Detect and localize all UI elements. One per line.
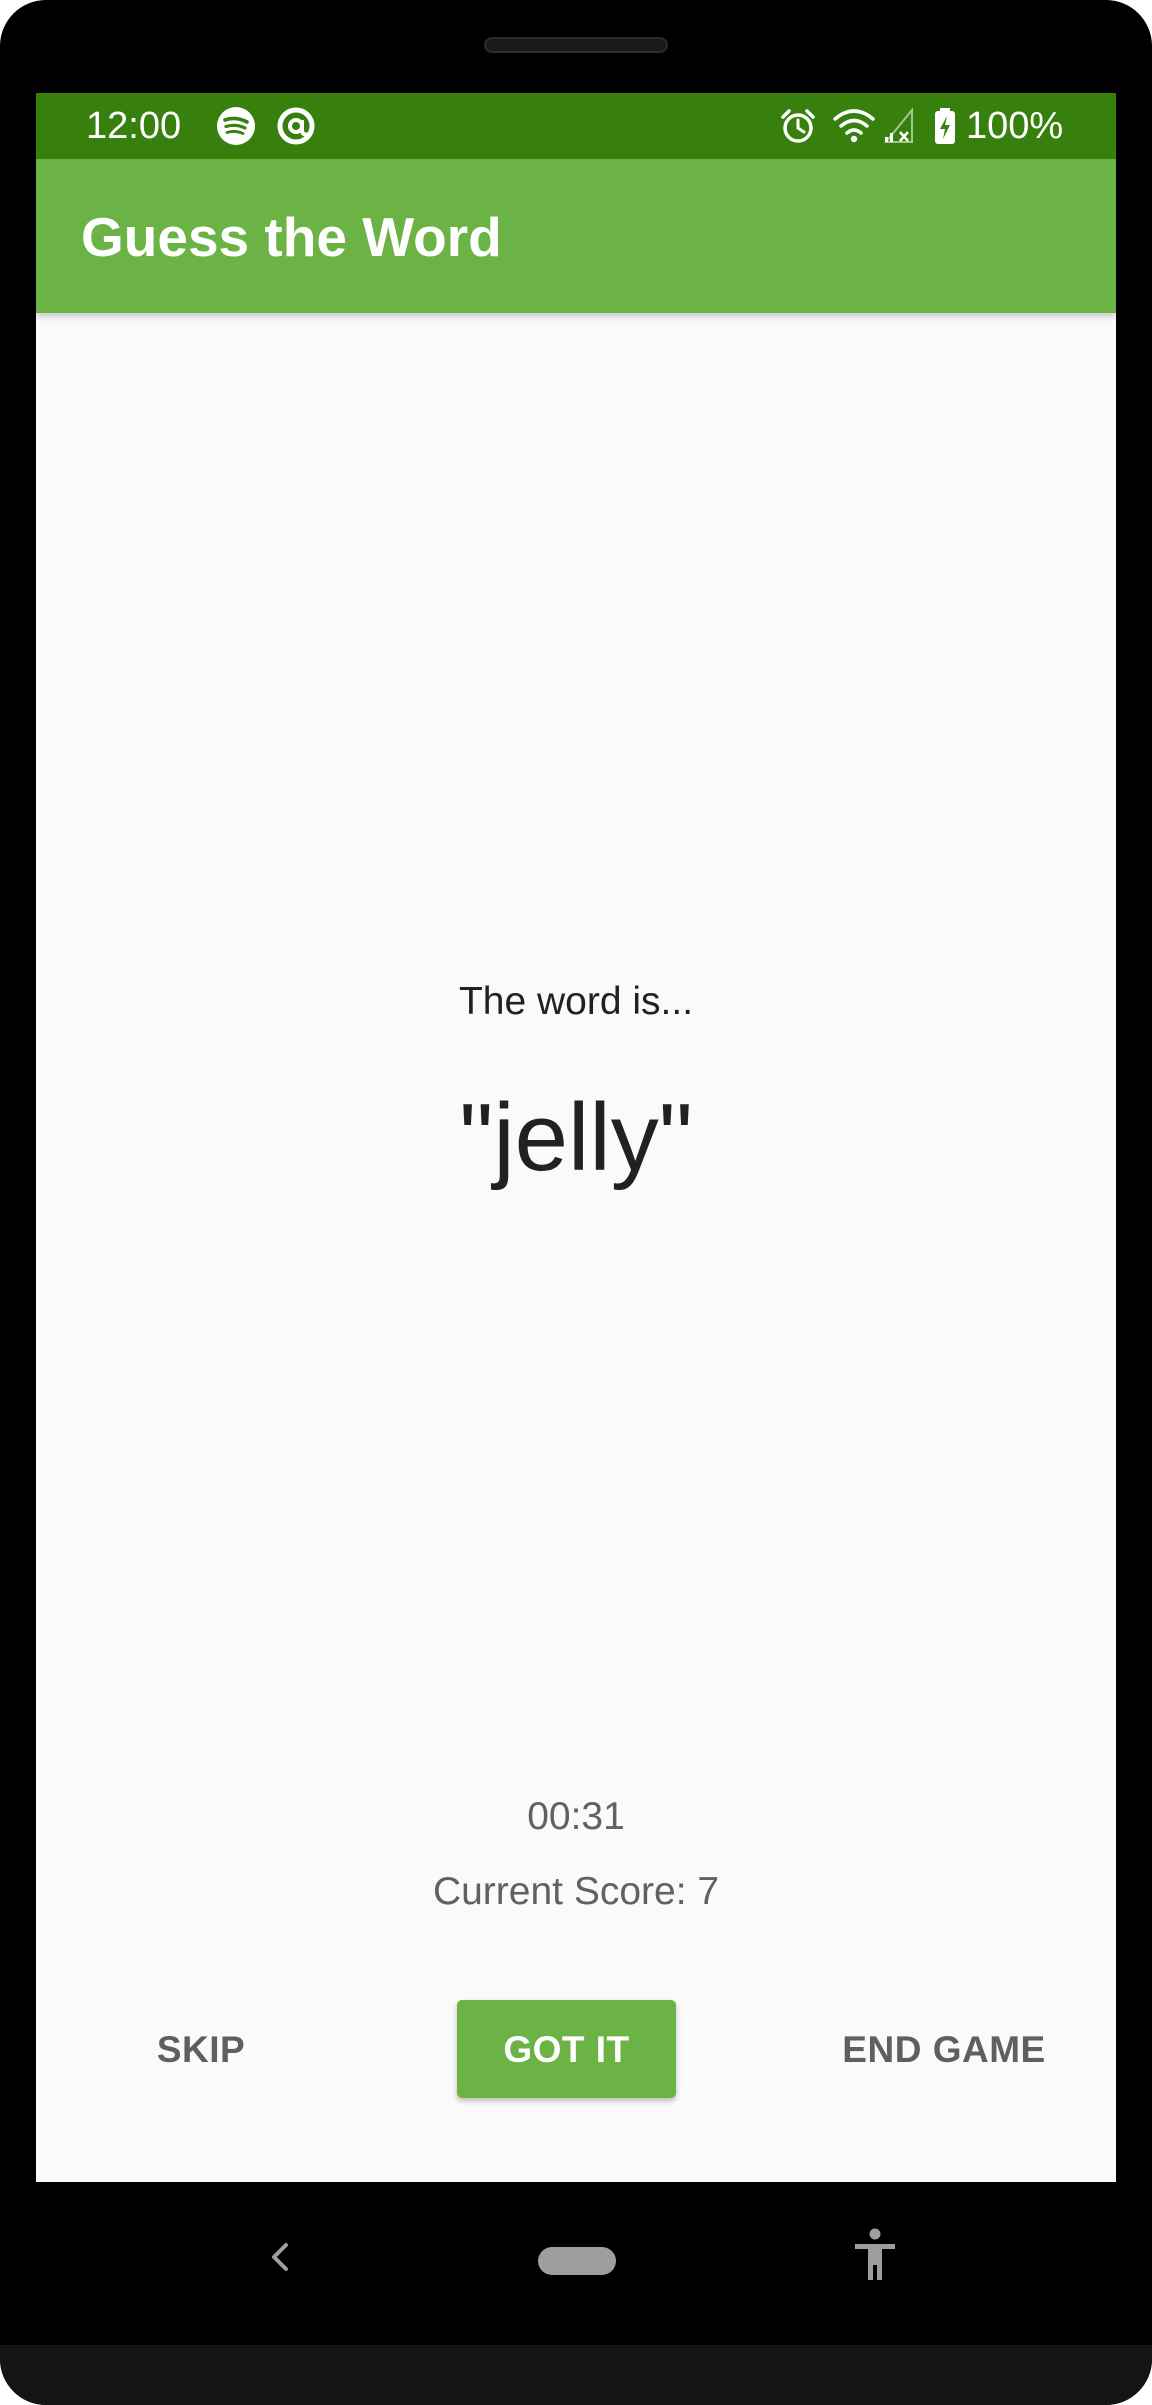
spotify-icon [216, 106, 256, 146]
phone-frame: 12:00 100% Guess the Word The word is...… [0, 0, 1152, 2405]
status-time: 12:00 [86, 105, 182, 147]
app-title: Guess the Word [81, 206, 502, 268]
back-icon[interactable] [258, 2227, 298, 2287]
earpiece-speaker [484, 37, 668, 53]
skip-button[interactable]: SKIP [130, 2000, 272, 2098]
got-it-button[interactable]: GOT IT [457, 2000, 676, 2098]
screen: 12:00 100% Guess the Word The word is...… [36, 93, 1116, 2182]
current-word: "jelly" [459, 1084, 693, 1191]
at-sign-icon [276, 106, 316, 146]
accessibility-icon[interactable] [850, 2225, 900, 2285]
alarm-icon [778, 106, 818, 146]
score-display: Current Score: 7 [432, 1870, 720, 1913]
device-bottom-bezel [0, 2345, 1152, 2405]
end-game-button[interactable]: END GAME [816, 2000, 1072, 2098]
home-pill-icon[interactable] [538, 2247, 616, 2275]
timer-display: 00:31 [527, 1795, 625, 1838]
navigation-bar [0, 2182, 1152, 2345]
word-prefix-label: The word is... [458, 980, 694, 1023]
app-bar: Guess the Word [36, 159, 1116, 313]
status-bar: 12:00 100% [36, 93, 1116, 159]
battery-charging-icon [932, 106, 958, 146]
wifi-icon [832, 106, 876, 146]
battery-percentage: 100% [966, 105, 1064, 147]
cell-signal-icon [882, 106, 916, 146]
